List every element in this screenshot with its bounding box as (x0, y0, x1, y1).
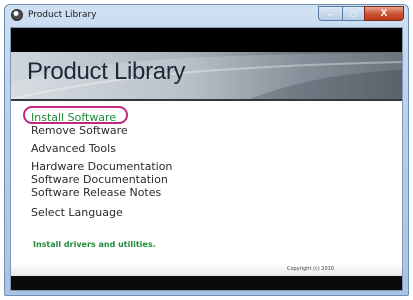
top-black-bar (11, 28, 402, 52)
bottom-black-bar (11, 276, 402, 290)
menu-item-software-documentation[interactable]: Software Documentation (31, 174, 168, 186)
window-title: Product Library (28, 10, 97, 20)
menu-item-remove-software[interactable]: Remove Software (31, 125, 128, 137)
minimize-button[interactable]: – (318, 6, 342, 21)
copyright-text: Copyright (c) 2010 (287, 266, 334, 272)
product-library-app-icon (11, 9, 23, 21)
banner-divider (11, 99, 402, 101)
status-description: Install drivers and utilities. (33, 240, 156, 249)
footer-fade (11, 264, 402, 276)
maximize-button[interactable]: □ (342, 6, 364, 21)
client-area: Product Library Install Software Remove … (10, 27, 403, 291)
app-window: Product Library – □ X Product Library In… (4, 4, 409, 296)
banner-title: Product Library (27, 58, 186, 85)
close-button[interactable]: X (364, 6, 404, 21)
menu-item-software-release-notes[interactable]: Software Release Notes (31, 187, 161, 199)
window-controls: – □ X (318, 6, 404, 21)
menu-item-advanced-tools[interactable]: Advanced Tools (31, 143, 116, 155)
menu-item-select-language[interactable]: Select Language (31, 207, 123, 219)
title-bar[interactable]: Product Library – □ X (5, 5, 408, 27)
menu-item-hardware-documentation[interactable]: Hardware Documentation (31, 161, 172, 173)
menu-item-install-software[interactable]: Install Software (31, 112, 116, 124)
